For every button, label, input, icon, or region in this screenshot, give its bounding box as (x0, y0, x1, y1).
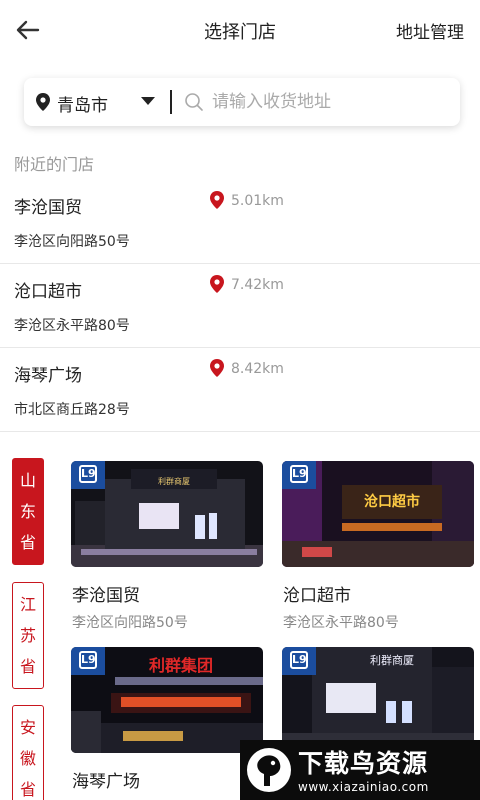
watermark-title: 下载鸟资源 (298, 749, 429, 778)
liqun-logo-icon: L9 (71, 647, 105, 675)
store-name: 李沧国贸 (14, 198, 82, 218)
nearby-store-item[interactable]: 李沧国贸 5.01km 李沧区向阳路50号 (0, 180, 480, 264)
liqun-logo-icon: L9 (282, 647, 316, 675)
store-distance: 7.42km (231, 277, 284, 293)
liqun-logo-icon: L9 (71, 461, 105, 489)
app-header: 选择门店 地址管理 (0, 0, 480, 62)
watermark-banner: 下载鸟资源 www.xiazainiao.com (240, 740, 480, 800)
store-sign-text: 利群商厦 (370, 653, 414, 667)
province-tab-anhui[interactable]: 安徽省 (12, 705, 44, 800)
store-photo: 利群集团 L9 (71, 647, 263, 753)
nearby-store-item[interactable]: 沧口超市 7.42km 李沧区永平路80号 (0, 264, 480, 348)
province-label: 江苏省 (20, 595, 37, 676)
store-distance: 5.01km (231, 193, 284, 209)
nearby-store-item[interactable]: 海琴广场 8.42km 市北区商丘路28号 (0, 348, 480, 432)
chevron-down-icon[interactable] (141, 97, 155, 105)
province-label: 山东省 (20, 471, 37, 552)
address-search-input[interactable] (212, 89, 452, 115)
card-store-name: 沧口超市 (283, 586, 351, 606)
nearby-section-title: 附近的门店 (14, 155, 95, 174)
card-store-address: 李沧区永平路80号 (283, 615, 399, 631)
search-divider (170, 90, 172, 114)
card-store-name: 海琴广场 (72, 772, 140, 792)
card-store-address: 李沧区向阳路50号 (72, 615, 188, 631)
watermark-url: www.xiazainiao.com (298, 780, 429, 794)
store-photo: 利群商厦 L9 (282, 647, 474, 753)
location-pin-icon (210, 191, 224, 209)
search-bar: 青岛市 (24, 78, 460, 126)
province-label: 安徽省 (20, 718, 37, 799)
city-selector[interactable]: 青岛市 (57, 91, 108, 116)
store-address: 李沧区向阳路50号 (14, 234, 130, 250)
province-tab-jiangsu[interactable]: 江苏省 (12, 582, 44, 689)
store-sign-text: 利群商厦 (158, 476, 190, 486)
store-address: 李沧区永平路80号 (14, 318, 130, 334)
location-pin-icon (36, 93, 50, 111)
store-address: 市北区商丘路28号 (14, 402, 130, 418)
store-photo: 沧口超市 L9 (282, 461, 474, 567)
card-store-name: 李沧国贸 (72, 586, 140, 606)
store-name: 海琴广场 (14, 366, 82, 386)
store-name: 沧口超市 (14, 282, 82, 302)
store-sign-text: 沧口超市 (364, 493, 420, 510)
bird-logo-icon (247, 748, 291, 792)
store-distance: 8.42km (231, 361, 284, 377)
store-photo: 利群商厦 L9 (71, 461, 263, 567)
search-icon (185, 93, 203, 111)
location-pin-icon (210, 275, 224, 293)
address-manage-button[interactable]: 地址管理 (396, 18, 464, 43)
province-tab-shandong[interactable]: 山东省 (12, 458, 44, 565)
liqun-logo-icon: L9 (282, 461, 316, 489)
location-pin-icon (210, 359, 224, 377)
store-sign-text: 利群集团 (149, 656, 213, 675)
